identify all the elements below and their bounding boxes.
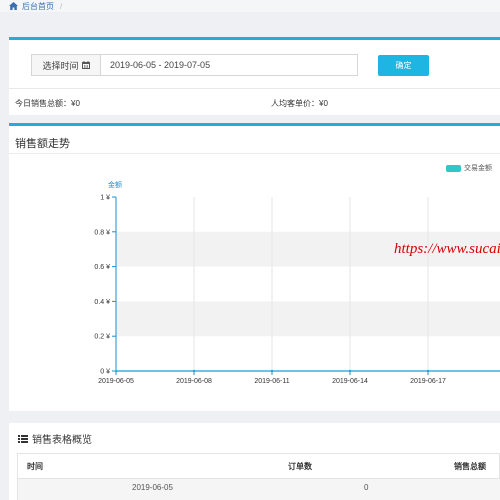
today-sales-stat: 今日销售总额：¥0 [15,99,80,108]
breadcrumb: 后台首页 / [0,0,500,12]
chart-band [116,301,500,337]
confirm-button[interactable]: 确定 [378,55,429,76]
y-tick-label: 0.6 ¥ [94,264,110,271]
column-header-time[interactable]: 时间 [27,461,43,472]
breadcrumb-home-link[interactable]: 后台首页 [22,1,54,12]
y-tick-label: 0.2 ¥ [94,334,110,341]
x-tick-label: 2019-06-17 [410,378,446,385]
stats-divider [9,88,500,89]
y-tick-label: 0 ¥ [100,369,110,376]
column-header-total[interactable]: 销售总额 [454,461,486,472]
list-icon [18,434,28,443]
sales-trend-panel: 销售额走势 交易金额 金额 1 ¥0.8 ¥0.6 ¥0.4 ¥0.2 ¥0 ¥… [9,123,500,411]
date-range-group: 选择时间 [31,54,358,76]
watermark-text: https://www.sucai [394,241,500,257]
filter-panel: 选择时间 确定 今日销售总额：¥0 人均客单价：¥0 [9,37,500,115]
table-panel-title: 销售表格概览 [18,431,92,446]
date-label: 选择时间 [42,60,79,71]
x-tick-label: 2019-06-11 [254,378,289,385]
breadcrumb-separator: / [60,1,63,11]
column-header-orders[interactable]: 订单数 [288,461,312,472]
table-header-row: 时间 订单数 销售总额 [17,453,500,479]
home-icon[interactable] [9,2,18,10]
x-tick-label: 2019-06-08 [176,378,212,385]
date-range-input[interactable] [101,55,357,75]
cell-orders: 0 [364,483,369,492]
cell-time: 2019-06-05 [132,483,173,492]
avg-price-stat: 人均客单价：¥0 [271,99,328,108]
calendar-icon [81,61,90,69]
date-label-addon: 选择时间 [32,55,101,75]
sales-chart: 1 ¥ 0.8 ¥ 0.6 ¥ 0.4 ¥ 0.2 ¥ 0 ¥ 2019-06-05 2019… [94,195,500,385]
x-tick-label: 2019-06-14 [332,378,368,385]
x-tick-label: 2019-06-05 [98,378,134,385]
sales-table-panel: 销售表格概览 时间 订单数 销售总额 2019-06-05 0 [9,423,500,500]
table-row[interactable]: 2019-06-05 0 [17,479,500,500]
table-title-label: 销售表格概览 [32,435,92,446]
y-tick-label: 0.4 ¥ [94,299,110,306]
y-tick-label: 0.8 ¥ [94,229,110,236]
y-tick-label: 1 ¥ [100,195,110,202]
